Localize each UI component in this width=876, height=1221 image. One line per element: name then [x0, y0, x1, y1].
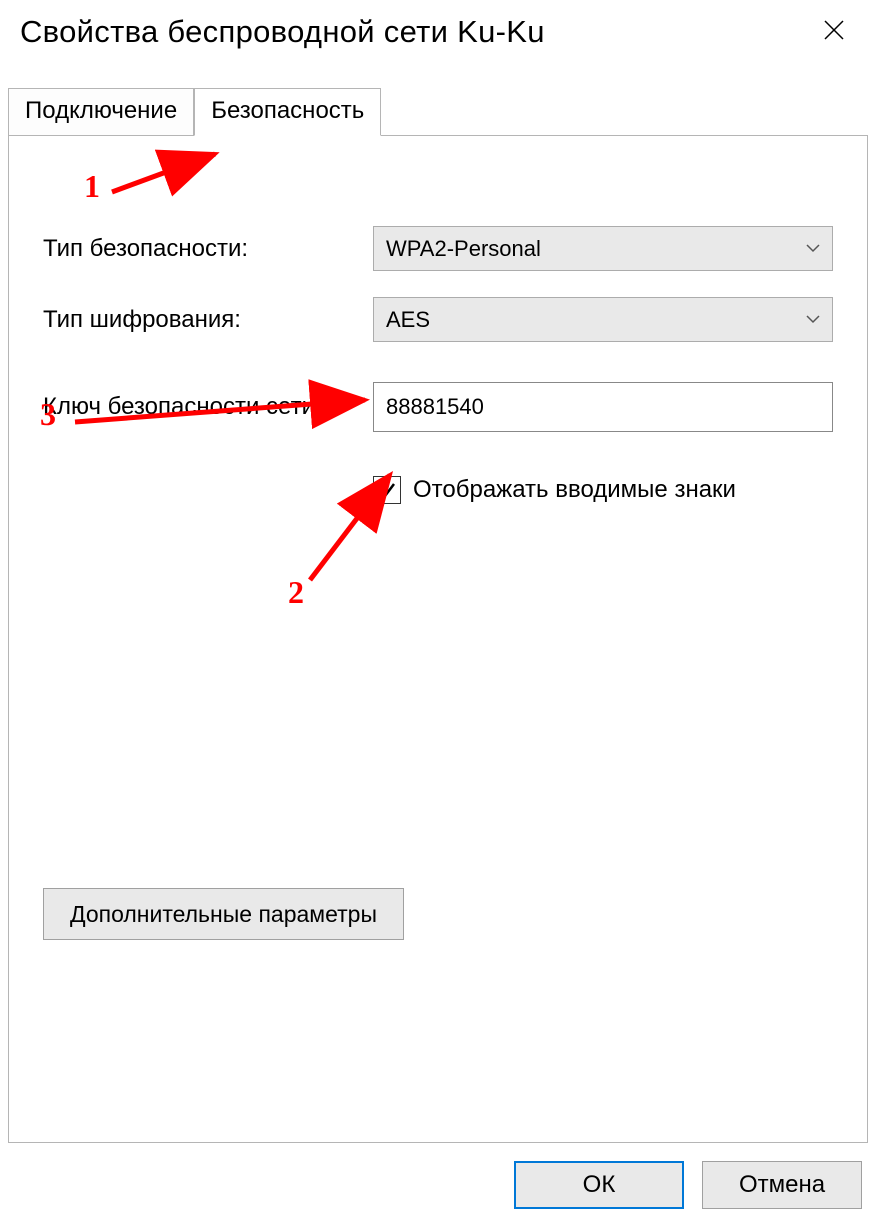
- titlebar: Свойства беспроводной сети Ku-Ku: [0, 0, 876, 78]
- cancel-button-label: Отмена: [739, 1171, 825, 1198]
- row-show-characters: Отображать вводимые знаки: [373, 476, 833, 504]
- label-show-characters: Отображать вводимые знаки: [413, 476, 736, 504]
- row-encryption-type: Тип шифрования: AES: [43, 297, 833, 342]
- tab-panel-security: Тип безопасности: WPA2-Personal Тип шифр…: [8, 135, 868, 1143]
- label-network-key: Ключ безопасности сети: [43, 393, 373, 421]
- row-network-key: Ключ безопасности сети: [43, 382, 833, 432]
- label-encryption-type: Тип шифрования:: [43, 306, 373, 334]
- advanced-settings-label: Дополнительные параметры: [70, 901, 377, 927]
- check-icon: [377, 480, 397, 500]
- advanced-settings-button[interactable]: Дополнительные параметры: [43, 888, 404, 940]
- tab-connection[interactable]: Подключение: [8, 88, 194, 135]
- select-security-type[interactable]: WPA2-Personal: [373, 226, 833, 271]
- tab-connection-label: Подключение: [25, 97, 177, 124]
- tabs: Подключение Безопасность: [8, 88, 868, 135]
- tabs-area: Подключение Безопасность Тип безопасност…: [0, 88, 876, 1143]
- dialog-footer: ОК Отмена: [514, 1161, 862, 1209]
- close-icon: [823, 16, 845, 48]
- tab-security[interactable]: Безопасность: [194, 88, 381, 136]
- close-button[interactable]: [812, 10, 856, 54]
- label-security-type: Тип безопасности:: [43, 235, 373, 263]
- ok-button[interactable]: ОК: [514, 1161, 684, 1209]
- input-network-key[interactable]: [373, 382, 833, 432]
- row-security-type: Тип безопасности: WPA2-Personal: [43, 226, 833, 271]
- ok-button-label: ОК: [583, 1171, 616, 1198]
- select-encryption-type[interactable]: AES: [373, 297, 833, 342]
- chevron-down-icon: [806, 240, 820, 258]
- tab-security-label: Безопасность: [211, 97, 364, 124]
- window-title: Свойства беспроводной сети Ku-Ku: [20, 14, 545, 50]
- chevron-down-icon: [806, 311, 820, 329]
- checkbox-show-characters[interactable]: [373, 476, 401, 504]
- wireless-properties-dialog: Свойства беспроводной сети Ku-Ku Подключ…: [0, 0, 876, 1221]
- select-security-type-value: WPA2-Personal: [386, 236, 541, 262]
- select-encryption-type-value: AES: [386, 307, 430, 333]
- cancel-button[interactable]: Отмена: [702, 1161, 862, 1209]
